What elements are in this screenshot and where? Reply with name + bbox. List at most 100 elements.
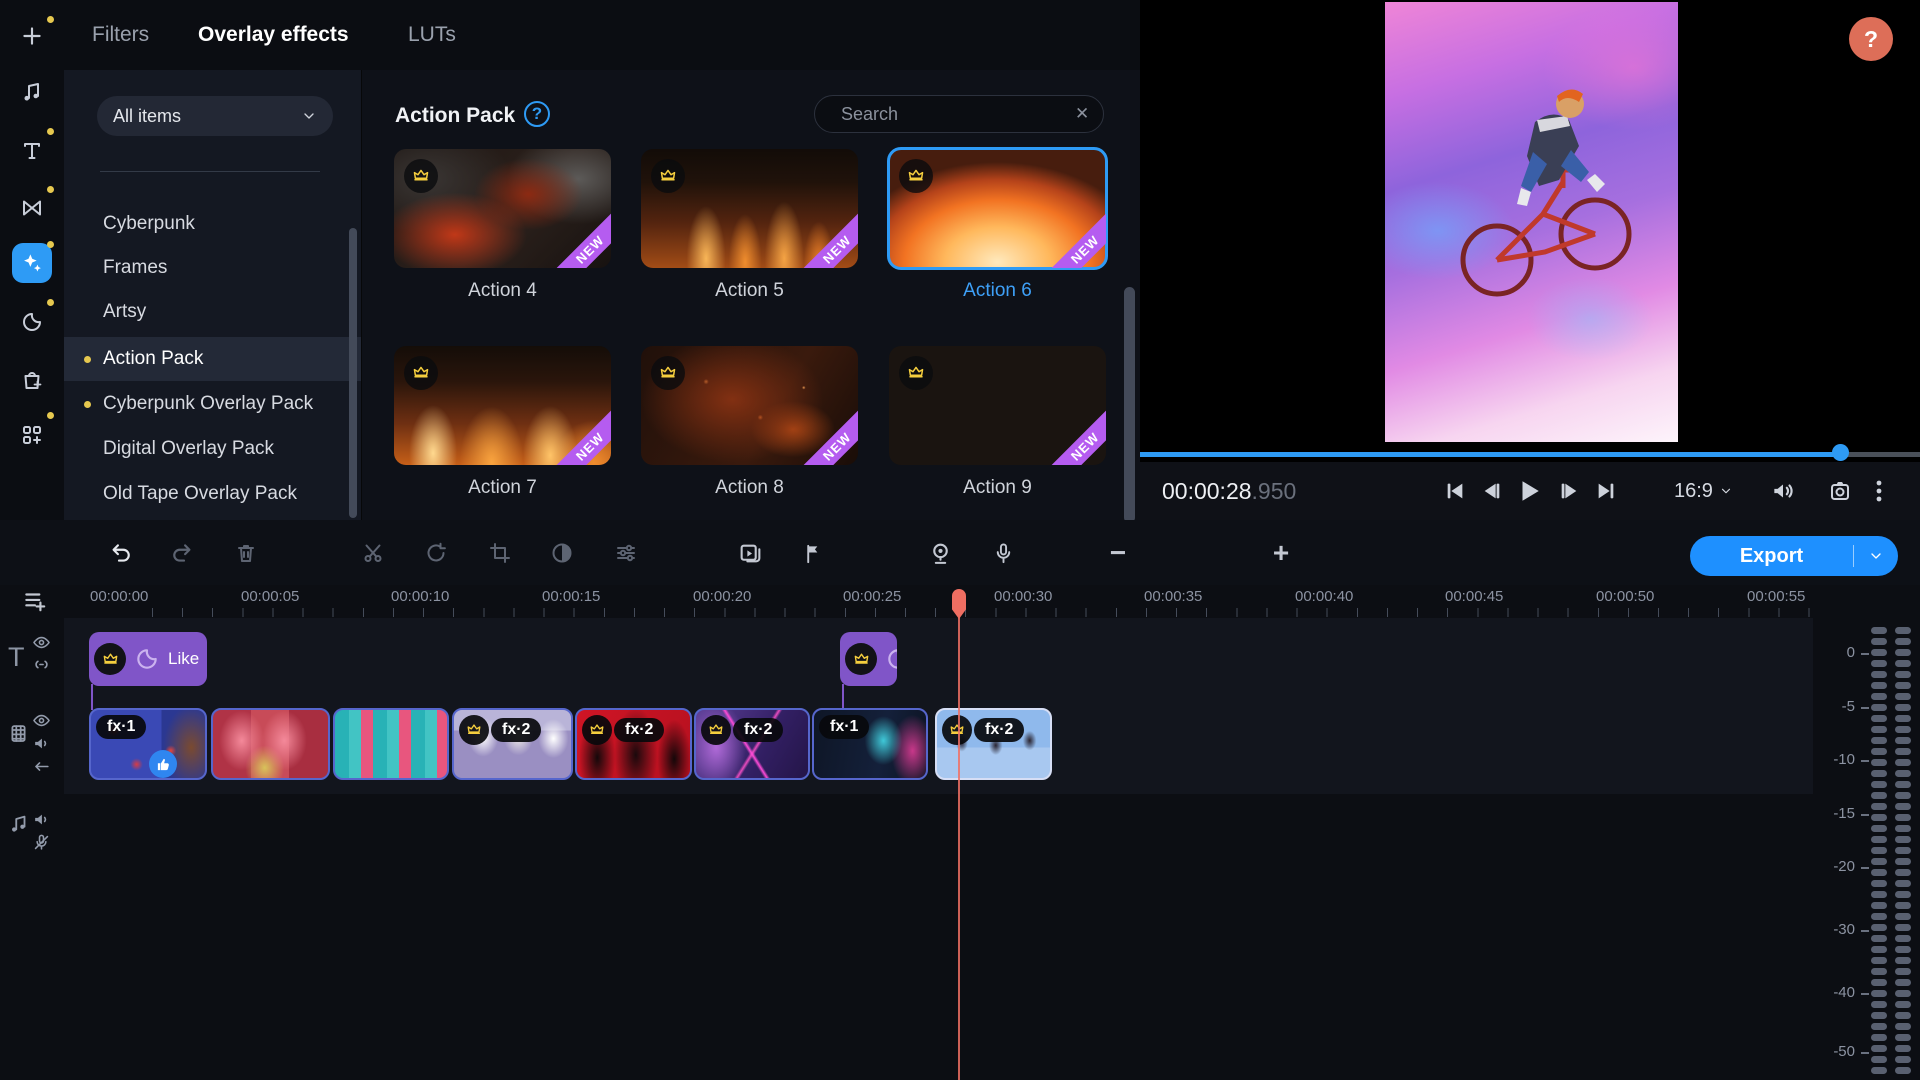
video-clip-5[interactable]: fx·2 <box>575 708 692 780</box>
add-track-button[interactable] <box>22 588 48 614</box>
titles-button[interactable] <box>12 131 52 171</box>
previous-frame-button[interactable] <box>1475 462 1509 520</box>
clip-properties-button[interactable] <box>605 532 647 574</box>
audio-track-mute-toggle[interactable] <box>32 810 51 829</box>
crop-button[interactable] <box>479 532 521 574</box>
new-content-dot <box>84 401 91 408</box>
items-filter-dropdown[interactable]: All items <box>97 96 333 136</box>
overlay-clip-2[interactable] <box>840 632 897 686</box>
redo-button[interactable] <box>163 532 205 574</box>
tab-overlay-effects[interactable]: Overlay effects <box>198 0 349 70</box>
timeline-ruler[interactable]: 00:00:00 00:00:05 00:00:10 00:00:15 00:0… <box>64 585 1813 618</box>
video-clip-2[interactable] <box>211 708 330 780</box>
sidebar-item-cyberpunk-overlay-pack[interactable]: Cyberpunk Overlay Pack <box>64 382 361 426</box>
meter-right-channel <box>1895 627 1911 1074</box>
transitions-button[interactable] <box>12 188 52 228</box>
video-clip-6[interactable]: fx·2 <box>694 708 810 780</box>
sidebar-item-cyberpunk[interactable]: Cyberpunk <box>64 202 361 246</box>
seek-bar[interactable] <box>1140 452 1920 457</box>
video-track-visibility-toggle[interactable] <box>32 711 51 730</box>
skip-to-start-button[interactable] <box>1438 462 1472 520</box>
effect-card-action-4[interactable]: NEW Action 4 <box>394 149 611 301</box>
video-clip-1[interactable]: fx·1 <box>89 708 207 780</box>
notification-dot <box>47 241 54 248</box>
overlay-clip-like-sticker[interactable]: Like <box>89 632 207 686</box>
tab-filters[interactable]: Filters <box>92 0 149 70</box>
sidebar-scrollbar[interactable] <box>349 228 357 518</box>
audio-track-mic-muted-icon[interactable] <box>32 833 51 852</box>
seek-handle[interactable] <box>1832 444 1849 461</box>
title-track-link-toggle[interactable] <box>32 655 51 674</box>
effect-card-action-5[interactable]: NEW Action 5 <box>641 149 858 301</box>
effect-card-action-6[interactable]: NEW Action 6 <box>887 147 1108 301</box>
effects-tabs-bar: Filters Overlay effects LUTs <box>64 0 1140 71</box>
effects-scrollbar[interactable] <box>1124 287 1135 523</box>
music-button[interactable] <box>12 73 52 113</box>
premium-crown-icon <box>899 356 933 390</box>
scene-detection-button[interactable] <box>729 532 771 574</box>
rotate-button[interactable] <box>415 532 457 574</box>
effect-label: Action 5 <box>715 280 784 301</box>
volume-button[interactable] <box>1770 462 1796 520</box>
new-badge: NEW <box>790 400 858 465</box>
export-label: Export <box>1739 544 1804 567</box>
notification-dot <box>47 412 54 419</box>
sidebar-item-old-tape-overlay-pack[interactable]: Old Tape Overlay Pack <box>64 472 361 516</box>
store-button[interactable] <box>12 360 52 400</box>
clear-search-icon[interactable]: ✕ <box>1075 104 1089 124</box>
effect-thumbnail: NEW <box>887 147 1108 270</box>
video-clip-3[interactable] <box>333 708 449 780</box>
title-track-visibility-toggle[interactable] <box>32 633 51 652</box>
sidebar-item-action-pack[interactable]: Action Pack <box>64 337 361 381</box>
notification-dot <box>47 299 54 306</box>
meter-label: -15 <box>1813 805 1869 822</box>
ruler-label: 00:00:30 <box>994 588 1053 605</box>
video-track-return-icon[interactable] <box>32 757 51 776</box>
fx-count-badge: fx·1 <box>819 715 870 739</box>
aspect-ratio-select[interactable]: 16:9 <box>1674 462 1733 520</box>
more-options-button[interactable] <box>1876 462 1882 520</box>
help-button[interactable]: ? <box>1849 17 1893 61</box>
effect-card-action-7[interactable]: NEW Action 7 <box>394 346 611 498</box>
help-question-icon[interactable]: ? <box>524 101 550 127</box>
effect-card-action-8[interactable]: NEW Action 8 <box>641 346 858 498</box>
overlay-clip-label: Like <box>168 649 200 668</box>
effect-card-action-9[interactable]: NEW Action 9 <box>889 346 1106 498</box>
video-clip-4[interactable]: fx·2 <box>452 708 573 780</box>
playhead-line[interactable] <box>958 592 960 1080</box>
tab-luts[interactable]: LUTs <box>408 0 456 70</box>
more-apps-button[interactable] <box>12 415 52 455</box>
video-track-mute-toggle[interactable] <box>32 734 51 753</box>
thumb-up-icon <box>149 750 177 778</box>
new-badge: NEW <box>1038 203 1106 268</box>
color-adjustments-button[interactable] <box>541 532 583 574</box>
zoom-in-button[interactable]: + <box>1260 532 1302 574</box>
sidebar-item-artsy[interactable]: Artsy <box>64 290 361 334</box>
undo-button[interactable] <box>98 532 140 574</box>
play-button[interactable] <box>1512 462 1546 520</box>
video-clip-8-selected[interactable]: fx·2 <box>935 708 1052 780</box>
search-box[interactable]: ✕ <box>814 95 1104 133</box>
marker-flag-button[interactable] <box>792 532 834 574</box>
webcam-capture-button[interactable] <box>919 532 961 574</box>
video-clip-7[interactable]: fx·1 <box>812 708 928 780</box>
delete-button[interactable] <box>225 532 267 574</box>
search-input[interactable] <box>839 102 1075 126</box>
stickers-button[interactable] <box>12 302 52 342</box>
title-track-icon: T <box>8 642 25 672</box>
new-content-dot <box>84 356 91 363</box>
add-media-button[interactable] <box>12 16 52 56</box>
sidebar-item-frames[interactable]: Frames <box>64 246 361 290</box>
sticker-icon <box>885 646 897 672</box>
app-window: Filters Overlay effects LUTs All items C… <box>0 0 1920 1080</box>
split-button[interactable] <box>352 532 394 574</box>
effects-button[interactable] <box>12 243 52 283</box>
voiceover-mic-button[interactable] <box>982 532 1024 574</box>
next-frame-button[interactable] <box>1552 462 1586 520</box>
export-button[interactable]: Export <box>1690 536 1898 576</box>
export-options-chevron-icon[interactable] <box>1854 548 1898 564</box>
zoom-out-button[interactable]: − <box>1097 532 1139 574</box>
skip-to-end-button[interactable] <box>1589 462 1623 520</box>
snapshot-button[interactable] <box>1828 462 1852 520</box>
sidebar-item-digital-overlay-pack[interactable]: Digital Overlay Pack <box>64 427 361 471</box>
